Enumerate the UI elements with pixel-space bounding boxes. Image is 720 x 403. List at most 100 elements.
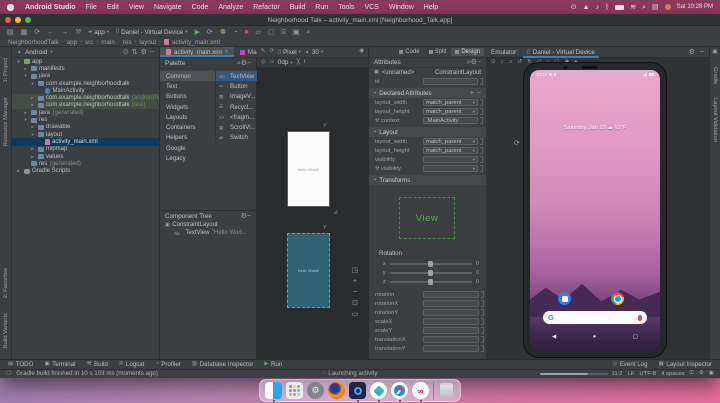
dock-safari-icon[interactable] (391, 382, 408, 399)
visibility-select[interactable]: ▾ (423, 156, 478, 163)
project-panel-header[interactable]: ▲ Android▾ ⊙ ⇅ ⚙ − (12, 47, 159, 58)
rotation-z-slider[interactable]: z 0 (383, 278, 479, 286)
record-icon[interactable]: ⊙ (571, 4, 577, 11)
hide-icon[interactable]: − (247, 60, 251, 67)
crumb-project[interactable]: NeighborhoodTalk (8, 39, 59, 46)
rotation-y-input[interactable] (423, 309, 479, 316)
palette-cat-common[interactable]: Common (160, 71, 215, 81)
transform-view-preview[interactable]: View (399, 197, 455, 239)
dock-android-studio-icon[interactable] (370, 382, 387, 399)
eject-icon[interactable]: ▲ (583, 4, 590, 11)
volume-down-icon[interactable]: ♫ (508, 60, 512, 66)
transforms-section[interactable]: ▾Transforms (369, 175, 486, 185)
rotate-handle-icon[interactable]: ⟳ (514, 139, 520, 147)
tree-item-manifests[interactable]: ▸manifests (12, 65, 159, 72)
spotlight-icon[interactable]: ⌕ (642, 4, 646, 11)
tool-logcat[interactable]: ≣Logcat (119, 361, 145, 368)
close-tab-icon[interactable]: × (225, 50, 228, 55)
collapse-icon[interactable]: ⇅ (132, 49, 138, 56)
menu-refactor[interactable]: Refactor (248, 4, 284, 11)
forward-icon[interactable]: → (61, 29, 68, 36)
menu-tools[interactable]: Tools (333, 4, 359, 11)
tree-item-package-test[interactable]: ▸com.example.neighborhoodtalk(test) (12, 102, 159, 109)
tool-build-variants[interactable]: Build Variants (3, 313, 9, 348)
preview-device-selector[interactable]: ▯ Pixel▾ (278, 49, 301, 56)
gear-icon[interactable]: ⚙ (689, 49, 695, 56)
run-config-selector[interactable]: ▰ app▾ (88, 29, 109, 36)
design-preview[interactable]: Hello World! (287, 131, 330, 207)
hide-icon[interactable]: − (150, 49, 154, 56)
file-encoding[interactable]: UTF-8 (639, 371, 656, 377)
layout-height-select[interactable]: match_parent▾ (423, 108, 478, 115)
crumb-app[interactable]: app (67, 39, 78, 46)
tool-layout-inspector[interactable]: ▦Layout Inspector (659, 361, 712, 368)
power-icon[interactable]: ⊙ (491, 60, 496, 66)
dock-finder-icon[interactable] (265, 382, 282, 399)
tree-item-java-generated[interactable]: ▸java(generated) (12, 109, 159, 116)
tree-item-gradle-scripts[interactable]: ▸Gradle Scripts (12, 167, 159, 174)
palette-comp-switch[interactable]: ⇄Switch (216, 133, 257, 143)
account-icon[interactable] (665, 4, 671, 10)
tree-item-res[interactable]: ▾res (12, 116, 159, 123)
tool-profiler[interactable]: ◔Profiler (155, 361, 180, 368)
blueprint-preview[interactable]: Hello World! (287, 233, 330, 308)
palette-cat-legacy[interactable]: Legacy (160, 153, 215, 163)
tree-item-app[interactable]: ▾app (12, 58, 159, 65)
nav-home-icon[interactable]: ● (593, 334, 596, 340)
rotation-input[interactable] (423, 291, 479, 298)
tool-favorites[interactable]: 2: Favorites (3, 268, 9, 298)
translation-y-input[interactable] (423, 345, 479, 352)
declared-attributes-section[interactable]: ▾Declared Attributes + − (369, 88, 486, 98)
layout-height-select-2[interactable]: match_parent▾ (423, 147, 478, 154)
tree-item-values[interactable]: ▸values (12, 153, 159, 160)
avd-icon[interactable]: ▢ (268, 29, 275, 36)
messages-app-icon[interactable] (558, 292, 571, 305)
id-input[interactable] (423, 78, 478, 85)
tree-item-mainactivity[interactable]: MainActivity (12, 87, 159, 94)
locate-icon[interactable]: ⊙ (123, 49, 129, 56)
apple-menu-icon[interactable] (7, 4, 14, 11)
tree-item-java[interactable]: ▾java (12, 73, 159, 80)
zoom-out-icon[interactable]: − (353, 289, 357, 296)
palette-cat-containers[interactable]: Containers (160, 122, 215, 132)
tool-terminal[interactable]: ▣Terminal (44, 361, 75, 368)
wifi-icon[interactable]: ≋ (630, 4, 636, 11)
refresh-layout-icon[interactable]: ⟳ (270, 49, 275, 55)
tab-activity-main-xml[interactable]: activity_main.xml × (160, 47, 234, 57)
line-separator[interactable]: LF (628, 371, 635, 377)
dock-system-preferences-icon[interactable]: ⚙ (307, 382, 324, 399)
view-options-icon[interactable]: ◎ (261, 60, 266, 66)
tool-project[interactable]: 1: Project (3, 58, 9, 83)
palette-cat-widgets[interactable]: Widgets (160, 102, 215, 112)
inspections-icon[interactable]: ⚙ (699, 371, 704, 377)
menubar-clock[interactable]: Sat 10:28 PM (677, 4, 713, 10)
mode-code[interactable]: Code (395, 48, 423, 56)
profile-icon[interactable]: ◔ (233, 29, 237, 36)
crumb-layout[interactable]: layout (139, 39, 156, 46)
palette-comp-button[interactable]: ▭Button (216, 81, 257, 91)
mode-split[interactable]: Split (425, 48, 451, 56)
crumb-main[interactable]: main (101, 39, 115, 46)
sync-icon[interactable]: ⟳ (34, 29, 40, 36)
hide-icon[interactable]: − (247, 213, 251, 220)
emulator-device-tab[interactable]: ▯ Daniel - Virtual Device (523, 47, 599, 58)
window-titlebar[interactable]: Neighborhood Talk – activity_main.xml [N… (0, 14, 720, 26)
chrome-app-icon[interactable] (611, 292, 624, 305)
back-icon[interactable]: ← (47, 29, 54, 36)
stop-icon[interactable]: ■ (244, 29, 248, 36)
tree-item-res-generated[interactable]: res(generated) (12, 160, 159, 167)
clear-constraints-icon[interactable]: ╳ (297, 60, 300, 66)
menu-vcs[interactable]: VCS (359, 4, 383, 11)
add-attribute-icon[interactable]: + (470, 90, 474, 97)
debug-icon[interactable]: ⚉ (220, 29, 226, 36)
context-input[interactable]: .MainActivity (423, 117, 478, 124)
sdk-manager-icon[interactable]: ⌸ (282, 29, 286, 36)
google-search-bar[interactable]: G (543, 311, 647, 324)
component-textview[interactable]: Ab TextView "Hello Worl... (160, 229, 256, 237)
api-level-selector[interactable]: ▲ 30▾ (305, 49, 323, 56)
menu-help[interactable]: Help (419, 4, 443, 11)
rotation-x-slider[interactable]: x 0 (383, 260, 479, 268)
tree-item-drawable[interactable]: ▸drawable (12, 124, 159, 131)
hide-icon[interactable]: − (700, 49, 704, 56)
status-message[interactable]: Gradle build finished in 10 s 103 ms (mo… (16, 370, 158, 377)
